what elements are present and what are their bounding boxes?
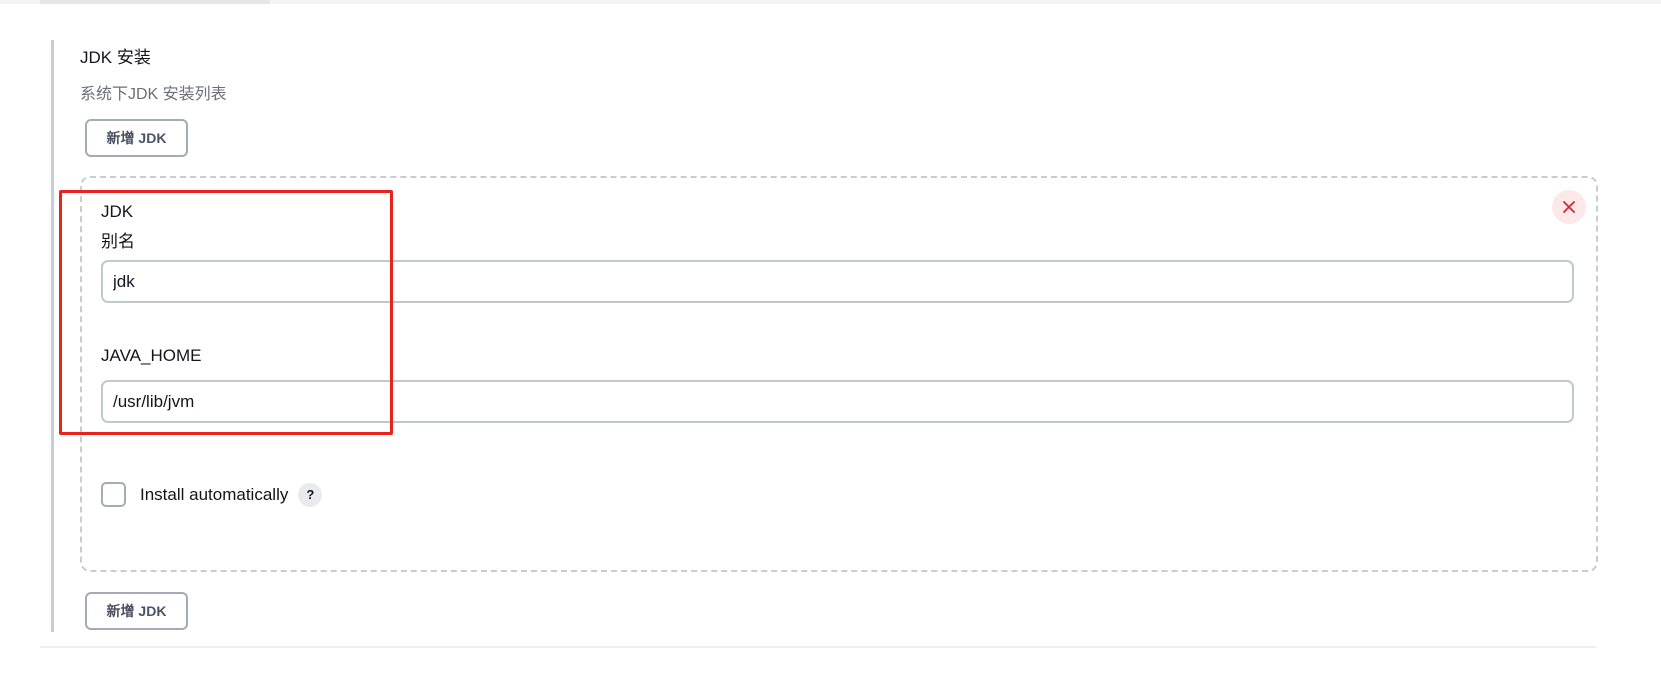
java-home-input[interactable] — [101, 380, 1574, 423]
section-title: JDK 安装 — [80, 48, 151, 67]
jdk-name-label-line1: JDK — [101, 202, 134, 221]
add-jdk-button-bottom[interactable]: 新增 JDK — [85, 592, 188, 630]
jdk-name-label-line2: 别名 — [101, 232, 135, 251]
bottom-divider — [40, 646, 1596, 648]
section-description: 系统下JDK 安装列表 — [80, 86, 227, 103]
jdk-installations-section: JDK 安装 系统下JDK 安装列表 新增 JDK JDK 别名 JAVA_HO… — [51, 40, 1598, 632]
install-automatically-row: Install automatically ? — [101, 482, 323, 507]
jdk-name-input[interactable] — [101, 260, 1574, 303]
java-home-label: JAVA_HOME — [101, 346, 202, 365]
add-jdk-button-top[interactable]: 新增 JDK — [85, 119, 188, 157]
install-automatically-checkbox[interactable] — [101, 482, 126, 507]
delete-jdk-button[interactable] — [1552, 190, 1586, 224]
top-tab-indicator — [40, 0, 270, 4]
install-automatically-label[interactable]: Install automatically — [140, 485, 288, 505]
jdk-installation-card: JDK 别名 JAVA_HOME Install automatically ? — [80, 176, 1598, 572]
close-icon — [1563, 201, 1575, 213]
help-icon[interactable]: ? — [298, 482, 323, 507]
